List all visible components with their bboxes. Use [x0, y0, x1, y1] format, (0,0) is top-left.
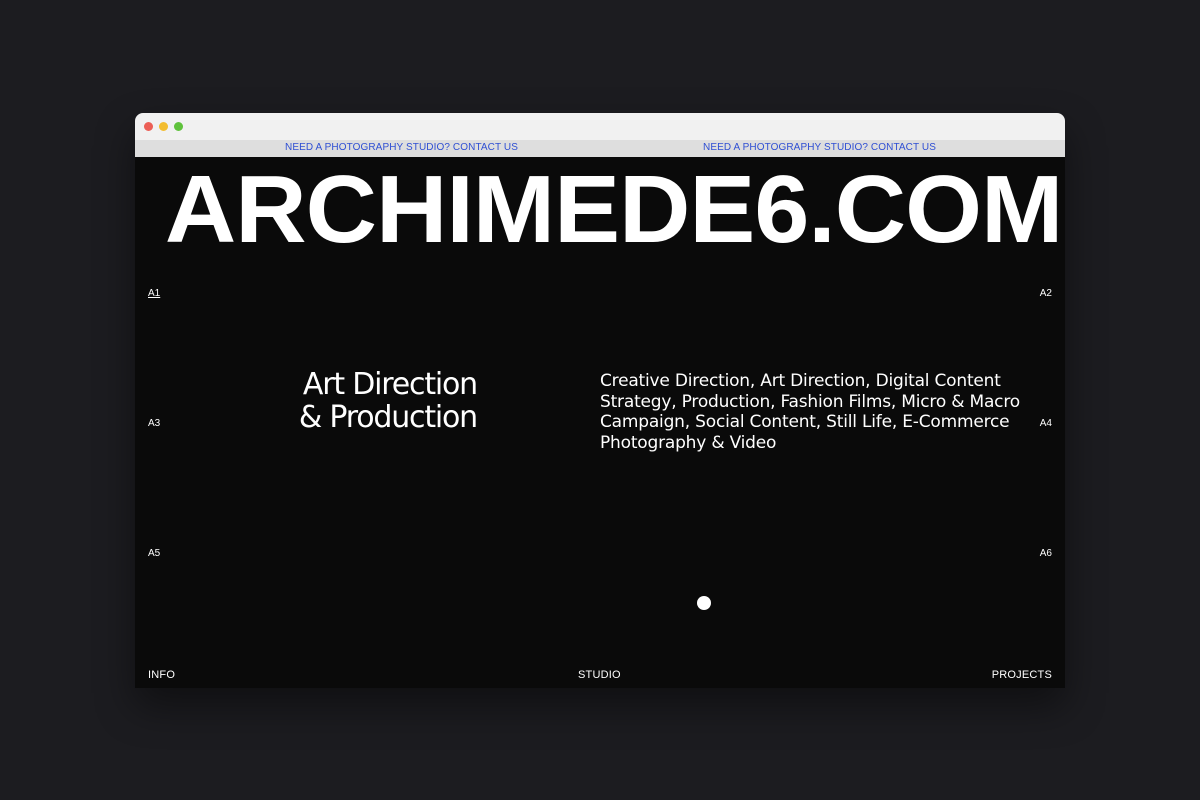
section-marker-a5[interactable]: A5 [148, 548, 160, 559]
nav-projects-link[interactable]: PROJECTS [992, 669, 1052, 681]
services-line: Strategy, Production, Fashion Films, Mic… [600, 391, 1020, 412]
nav-info-link[interactable]: INFO [148, 669, 175, 681]
section-marker-a3[interactable]: A3 [148, 418, 160, 429]
cursor-dot [697, 596, 711, 610]
services-line: Campaign, Social Content, Still Life, E-… [600, 412, 1010, 432]
close-window-button[interactable] [144, 122, 153, 131]
nav-studio-link[interactable]: STUDIO [578, 669, 621, 681]
site-logo[interactable]: ARCHIMEDE6.COM [147, 160, 1065, 260]
services-line: Creative Direction, Art Direction, Digit… [600, 371, 1001, 391]
page-content: ARCHIMEDE6.COM A1 A2 A3 A4 A5 A6 Art Dir… [135, 157, 1065, 688]
section-marker-a2[interactable]: A2 [1040, 288, 1052, 299]
section-marker-a4[interactable]: A4 [1040, 418, 1052, 429]
services-description: Creative Direction, Art Direction, Digit… [600, 371, 1040, 453]
maximize-window-button[interactable] [174, 122, 183, 131]
services-line: Photography & Video [600, 432, 777, 453]
section-marker-a6[interactable]: A6 [1040, 548, 1052, 559]
contact-banner-link[interactable]: NEED A PHOTOGRAPHY STUDIO? CONTACT US [285, 142, 518, 153]
headline: Art Direction & Production [255, 367, 478, 435]
contact-banner: NEED A PHOTOGRAPHY STUDIO? CONTACT US NE… [135, 140, 1065, 157]
browser-window: NEED A PHOTOGRAPHY STUDIO? CONTACT US NE… [135, 113, 1065, 688]
minimize-window-button[interactable] [159, 122, 168, 131]
window-titlebar [135, 113, 1065, 140]
headline-line: & Production [298, 400, 478, 435]
headline-line: Art Direction [302, 367, 478, 402]
section-marker-a1[interactable]: A1 [148, 288, 160, 299]
contact-banner-link[interactable]: NEED A PHOTOGRAPHY STUDIO? CONTACT US [703, 142, 936, 153]
